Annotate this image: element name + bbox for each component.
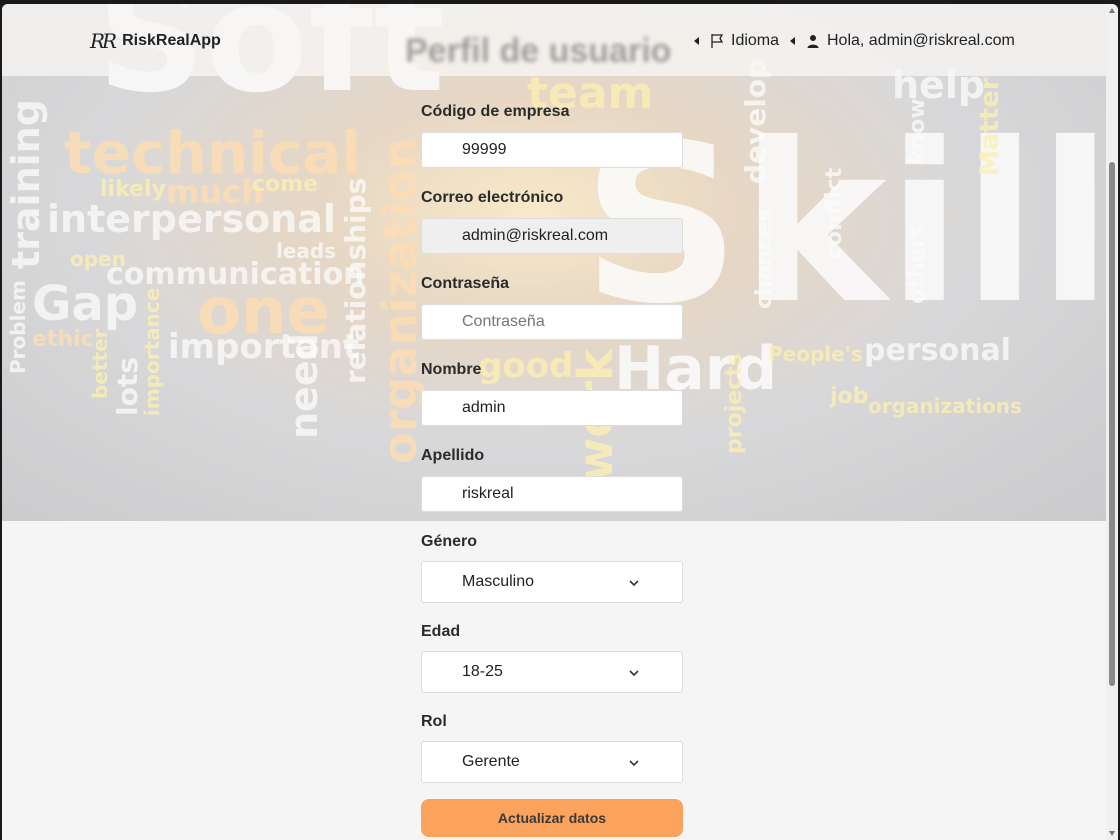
company-code-label: Código de empresa bbox=[421, 103, 570, 120]
caret-left-icon bbox=[694, 37, 699, 45]
company-code-input[interactable] bbox=[421, 132, 683, 168]
app-window: Soft Skills technical team help training… bbox=[2, 4, 1118, 840]
page-title: Perfil de usuario bbox=[405, 32, 672, 70]
hero-overlay bbox=[2, 4, 1106, 521]
scroll-down-icon[interactable] bbox=[1109, 831, 1115, 836]
top-navbar: RR RiskRealApp Perfil de usuario Idioma … bbox=[2, 4, 1106, 76]
user-dropdown[interactable]: Hola, admin@riskreal.com bbox=[790, 32, 1015, 50]
password-input[interactable] bbox=[421, 304, 683, 340]
gender-label: Género bbox=[421, 533, 478, 550]
role-select[interactable]: Gerente bbox=[421, 741, 683, 783]
brand-link[interactable]: RR RiskRealApp bbox=[90, 29, 221, 53]
language-dropdown[interactable]: Idioma bbox=[694, 32, 779, 50]
brand-logo: RR bbox=[90, 29, 117, 53]
role-selected-value: Gerente bbox=[462, 753, 520, 770]
language-label: Idioma bbox=[731, 32, 780, 49]
age-label: Edad bbox=[421, 623, 461, 640]
chevron-down-icon bbox=[628, 666, 640, 684]
email-label: Correo electrónico bbox=[421, 189, 564, 206]
user-icon bbox=[805, 33, 821, 49]
vertical-scrollbar[interactable] bbox=[1106, 4, 1118, 840]
gender-selected-value: Masculino bbox=[462, 573, 535, 590]
first-name-input[interactable] bbox=[421, 390, 683, 426]
gender-select[interactable]: Masculino bbox=[421, 561, 683, 603]
hero-background: Soft Skills technical team help training… bbox=[2, 4, 1106, 521]
email-field[interactable] bbox=[421, 218, 683, 254]
update-data-button[interactable]: Actualizar datos bbox=[421, 799, 683, 837]
role-label: Rol bbox=[421, 713, 447, 730]
age-selected-value: 18-25 bbox=[462, 663, 503, 680]
chevron-down-icon bbox=[628, 756, 640, 774]
chevron-down-icon bbox=[628, 576, 640, 594]
scroll-thumb[interactable] bbox=[1109, 162, 1115, 686]
last-name-label: Apellido bbox=[421, 447, 485, 464]
scroll-up-icon[interactable] bbox=[1109, 8, 1115, 13]
age-select[interactable]: 18-25 bbox=[421, 651, 683, 693]
flag-icon bbox=[709, 33, 725, 49]
first-name-label: Nombre bbox=[421, 361, 482, 378]
last-name-input[interactable] bbox=[421, 476, 683, 512]
password-label: Contraseña bbox=[421, 275, 510, 292]
user-greeting: Hola, admin@riskreal.com bbox=[827, 32, 1015, 49]
caret-left-icon bbox=[790, 37, 795, 45]
brand-name: RiskRealApp bbox=[122, 32, 221, 49]
